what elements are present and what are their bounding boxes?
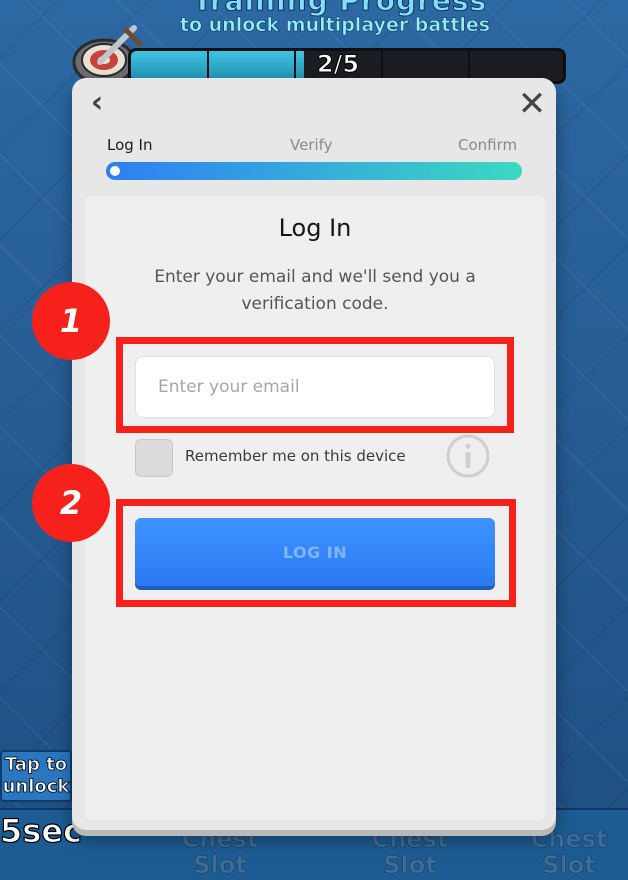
email-highlight-box: [116, 337, 514, 433]
step-log-in: Log In: [107, 136, 153, 154]
chest-slot-label: Slot: [193, 851, 247, 879]
chest-slot-3[interactable]: Chest Slot: [510, 826, 628, 880]
chest-slot-label: Slot: [542, 851, 596, 879]
info-icon[interactable]: [445, 433, 491, 479]
remember-me-checkbox[interactable]: [135, 439, 173, 477]
tap-unlock-line1: Tap to: [4, 754, 68, 776]
chest-slot-1[interactable]: Chest Slot: [130, 826, 310, 880]
step-progress-bar: [106, 162, 522, 180]
chevron-left-icon: ‹: [90, 85, 104, 120]
login-description: Enter your email and we'll send you a ve…: [154, 267, 476, 314]
progress-divider: [468, 51, 470, 81]
login-button-highlight-box: [116, 499, 516, 607]
progress-divider: [294, 51, 296, 81]
close-button[interactable]: ✕: [512, 84, 552, 124]
step-confirm: Confirm: [458, 136, 518, 154]
login-title: Log In: [278, 214, 352, 242]
training-progress-count: 2/5: [316, 50, 360, 79]
training-progress-fill: [131, 51, 304, 81]
back-button[interactable]: ‹: [82, 86, 112, 120]
progress-divider: [381, 51, 383, 81]
tap-unlock-line2: unlock: [2, 776, 70, 798]
login-modal: ‹ ✕ Log In Verify Confirm Log In Enter y…: [72, 78, 556, 830]
unlock-timer: 5sec: [0, 811, 83, 850]
training-progress-subtitle: to unlock multiplayer battles: [179, 14, 491, 37]
step-progress-knob: [110, 166, 120, 176]
chest-slot-2[interactable]: Chest Slot: [320, 826, 500, 880]
close-icon: ✕: [517, 84, 547, 124]
remember-me-label: Remember me on this device: [185, 447, 406, 465]
step-badge-1: 1: [32, 282, 110, 360]
chest-slot-label: Slot: [383, 851, 437, 879]
tap-to-unlock-button[interactable]: Tap to unlock: [0, 750, 72, 802]
step-badge-2: 2: [32, 464, 110, 542]
step-verify: Verify: [290, 136, 333, 154]
progress-divider: [207, 51, 209, 81]
